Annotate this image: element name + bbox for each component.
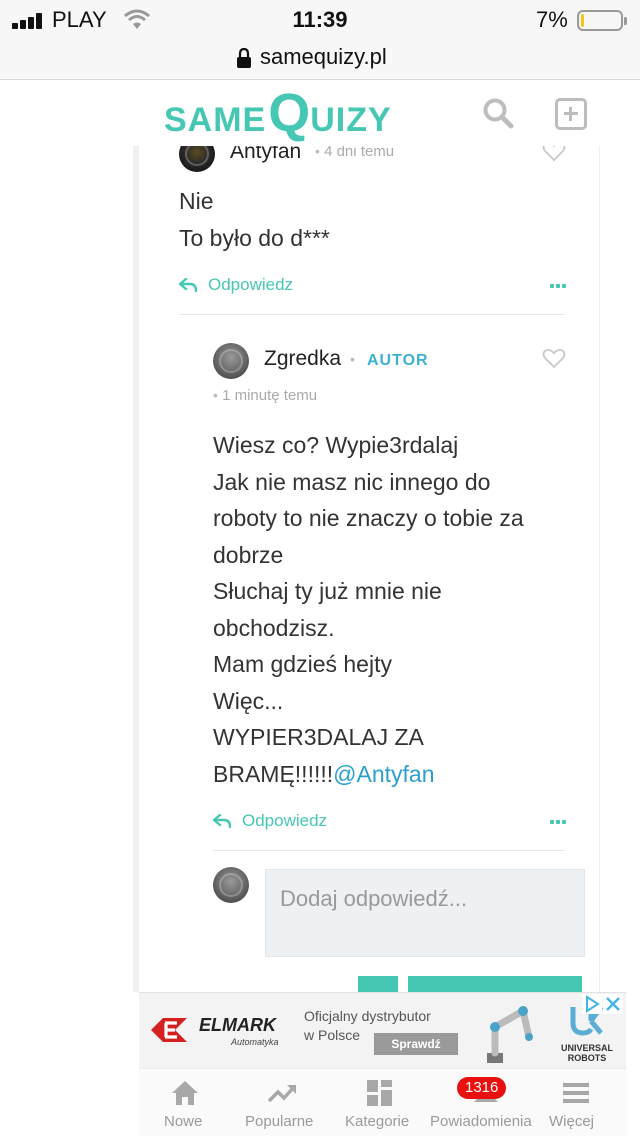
logo-uizy: UIZY: [310, 101, 392, 139]
comment-time-text: 4 dni temu: [324, 146, 395, 160]
nav-item-nowe[interactable]: Nowe: [139, 1069, 231, 1136]
search-icon[interactable]: [482, 97, 514, 129]
ad-button[interactable]: Sprawdź: [374, 1033, 458, 1055]
nav-item-powiadomienia[interactable]: 1316 Powiadomienia: [427, 1069, 549, 1136]
nav-label: Powiadomienia: [430, 1113, 532, 1130]
comment-author[interactable]: Zgredka: [264, 347, 341, 371]
nav-label: Więcej: [549, 1113, 595, 1130]
submit-button[interactable]: [408, 976, 582, 992]
nav-label: Popularne: [245, 1113, 314, 1130]
battery-icon: [577, 10, 627, 31]
url-text[interactable]: samequizy.pl: [260, 44, 387, 70]
lock-icon: [237, 48, 251, 68]
close-icon[interactable]: [603, 994, 623, 1014]
mention-link[interactable]: @Antyfan: [333, 761, 434, 787]
elmark-logo-icon: [151, 1018, 187, 1042]
trending-icon: [267, 1085, 296, 1103]
divider: [179, 314, 565, 315]
robot-arm-icon: [487, 1005, 533, 1063]
divider: [213, 850, 565, 851]
plus-square-icon[interactable]: [555, 98, 587, 130]
home-icon: [172, 1081, 198, 1105]
menu-icon: [563, 1083, 589, 1103]
comment-text: Wiesz co? Wypie3rdalaj Jak nie masz nic …: [213, 427, 583, 792]
notification-badge: 1316: [457, 1077, 507, 1099]
reply-icon[interactable]: [213, 814, 231, 828]
more-options-icon[interactable]: [550, 284, 566, 288]
comment-body: Wiesz co? Wypie3rdalaj Jak nie masz nic …: [213, 432, 524, 787]
url-bar[interactable]: samequizy.pl: [0, 40, 640, 80]
nav-item-wiecej[interactable]: Więcej: [549, 1069, 626, 1136]
reply-input-placeholder: Dodaj odpowiedź...: [280, 886, 468, 911]
reply-button[interactable]: Odpowiedz: [208, 275, 293, 295]
comments-area: Antyfan • 4 dni temu Nie To było do d***…: [0, 146, 640, 992]
nav-item-popularne[interactable]: Popularne: [231, 1069, 331, 1136]
status-bar: PLAY 11:39 7%: [0, 0, 640, 40]
avatar[interactable]: [179, 146, 215, 172]
comment-time: • 1 minutę temu: [213, 387, 318, 404]
comment-author[interactable]: Antyfan: [230, 146, 301, 164]
ad-brand: ELMARK: [199, 1015, 276, 1035]
ad-brand-sub: Automatyka: [231, 1037, 279, 1047]
logo-q: Q: [268, 83, 311, 143]
comment-text: Nie To było do d***: [179, 188, 330, 251]
heart-icon[interactable]: [542, 146, 566, 162]
reply-icon[interactable]: [179, 278, 197, 292]
ad-partner: UNIVERSAL ROBOTS: [560, 1043, 613, 1063]
ad-banner[interactable]: ELMARK Automatyka Oficjalny dystrybutor …: [139, 992, 626, 1068]
heart-icon[interactable]: [542, 347, 566, 369]
comment-time: • 4 dni temu: [315, 146, 394, 160]
comment-time-text: 1 minutę temu: [222, 387, 318, 404]
left-gutter: [0, 146, 139, 992]
ad-choices-icon[interactable]: [582, 994, 602, 1014]
nav-label: Kategorie: [345, 1113, 410, 1130]
reply-button[interactable]: Odpowiedz: [242, 811, 327, 831]
logo-same: SAME: [164, 101, 267, 139]
author-badge: AUTOR: [367, 352, 429, 369]
cancel-button[interactable]: [358, 976, 398, 992]
comment-dot: •: [350, 351, 355, 367]
grid-icon: [367, 1080, 392, 1106]
site-logo[interactable]: SAMEQUIZY: [164, 82, 392, 143]
nav-label: Nowe: [164, 1113, 203, 1130]
site-header: SAMEQUIZY: [0, 80, 640, 146]
more-options-icon[interactable]: [550, 820, 566, 824]
avatar: [213, 867, 249, 903]
battery-percent: 7%: [536, 7, 568, 32]
nav-item-kategorie[interactable]: Kategorie: [331, 1069, 427, 1136]
reply-input[interactable]: Dodaj odpowiedź...: [265, 869, 585, 957]
comments-card: Antyfan • 4 dni temu Nie To było do d***…: [144, 146, 600, 992]
avatar[interactable]: [213, 343, 249, 379]
bottom-nav: Nowe Popularne Kategorie 1316 Powiadomie…: [139, 1068, 626, 1136]
